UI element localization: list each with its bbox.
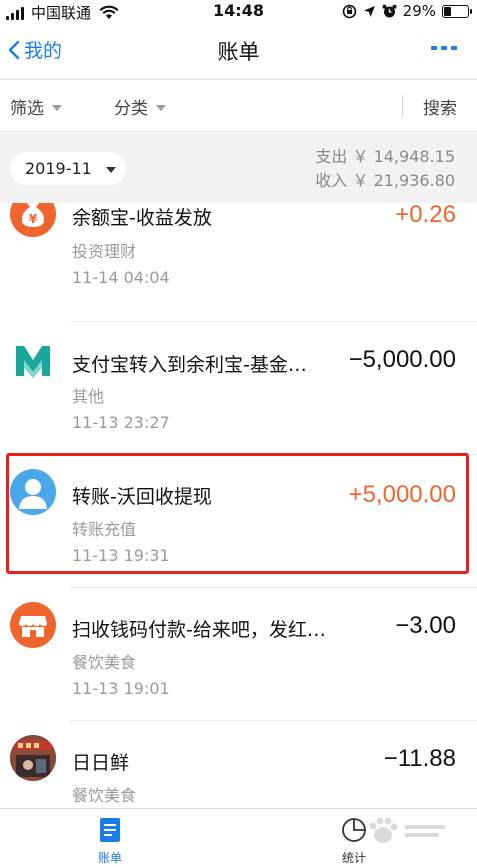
transaction-category: 餐饮美食	[72, 653, 137, 672]
transaction-row[interactable]: ¥ 余额宝-收益发放 投资理财 11-14 04:04 +0.26	[0, 203, 477, 322]
baidu-paw-watermark-icon	[369, 817, 445, 843]
bill-document-icon	[100, 818, 120, 842]
caret-down-icon	[156, 104, 166, 111]
income-total: 收入 ￥ 21,936.80	[315, 171, 455, 190]
battery-level-fill	[444, 6, 451, 16]
transaction-title: 支付宝转入到余利宝-基金…	[72, 354, 307, 376]
location-arrow-icon	[363, 5, 375, 17]
transaction-amount: +5,000.00	[348, 481, 456, 508]
shop-store-icon	[10, 602, 56, 648]
filter-bar: 筛选 分类 搜索	[0, 80, 477, 132]
transaction-time: 11-13 19:01	[72, 679, 170, 698]
summary-totals: 支出 ￥ 14,948.15 收入 ￥ 21,936.80	[315, 145, 455, 193]
tab-bill[interactable]: 账单	[70, 817, 150, 866]
status-right: 29%	[342, 2, 472, 20]
transaction-row[interactable]: 支付宝转入到余利宝-基金… 其他 11-13 23:27 −5,000.00	[0, 322, 477, 455]
more-options-icon[interactable]	[431, 46, 457, 50]
filter-label: 筛选	[10, 99, 44, 119]
month-selector[interactable]: 2019-11	[10, 152, 126, 185]
transaction-title: 余额宝-收益发放	[72, 207, 212, 229]
transaction-amount: −5,000.00	[348, 346, 456, 373]
caret-down-icon	[52, 104, 62, 111]
transaction-amount: −3.00	[395, 612, 456, 639]
transaction-title: 扫收钱码付款-给来吧，发红包，…	[72, 619, 328, 641]
transaction-category: 转账充值	[72, 520, 137, 539]
transaction-amount: −11.88	[383, 745, 456, 772]
bottom-tab-bar: 账单 统计	[0, 808, 477, 867]
svg-text:¥: ¥	[29, 212, 38, 226]
transaction-amount: +0.26	[395, 203, 456, 228]
alarm-clock-icon	[382, 4, 397, 17]
transaction-time: 11-13 19:31	[72, 546, 170, 565]
month-summary: 2019-11 支出 ￥ 14,948.15 收入 ￥ 21,936.80	[0, 133, 477, 203]
transaction-row[interactable]: 扫收钱码付款-给来吧，发红包，… 餐饮美食 11-13 19:01 −3.00	[0, 588, 477, 721]
yuebao-money-bag-icon: ¥	[10, 203, 56, 237]
transaction-time: 11-14 04:04	[72, 268, 170, 287]
tab-label: 账单	[97, 851, 122, 865]
tab-label: 统计	[341, 851, 366, 865]
battery-percent: 29%	[402, 2, 436, 20]
transaction-time: 11-13 23:27	[72, 413, 170, 432]
transaction-list[interactable]: ¥ 余额宝-收益发放 投资理财 11-14 04:04 +0.26 支付宝转入到…	[0, 203, 477, 808]
transaction-category: 其他	[72, 387, 105, 406]
transaction-category: 投资理财	[72, 242, 137, 261]
transaction-title: 转账-沃回收提现	[72, 486, 212, 508]
merchant-photo-avatar-icon	[10, 735, 56, 781]
transaction-title: 日日鲜	[72, 752, 130, 774]
default-user-avatar-icon	[10, 469, 56, 515]
month-label: 2019-11	[25, 159, 92, 178]
transaction-category: 餐饮美食	[72, 786, 137, 805]
category-dropdown[interactable]: 分类	[114, 94, 166, 119]
transaction-row[interactable]: 日日鲜 餐饮美食 −11.88	[0, 721, 477, 808]
filter-divider	[402, 95, 403, 117]
filter-dropdown[interactable]: 筛选	[10, 94, 62, 119]
search-button[interactable]: 搜索	[423, 94, 457, 119]
battery-icon	[442, 4, 472, 18]
caret-down-icon	[105, 166, 116, 173]
navigation-bar: 我的 账单	[0, 22, 477, 80]
expense-total: 支出 ￥ 14,948.15	[315, 147, 455, 166]
orientation-lock-icon	[342, 4, 356, 18]
page-title: 账单	[217, 40, 260, 64]
category-label: 分类	[114, 99, 148, 119]
transaction-row[interactable]: 转账-沃回收提现 转账充值 11-13 19:31 +5,000.00	[0, 455, 477, 588]
status-bar: 中国联通 14:48 29%	[0, 0, 477, 22]
yulibao-m-logo-icon	[10, 338, 56, 384]
